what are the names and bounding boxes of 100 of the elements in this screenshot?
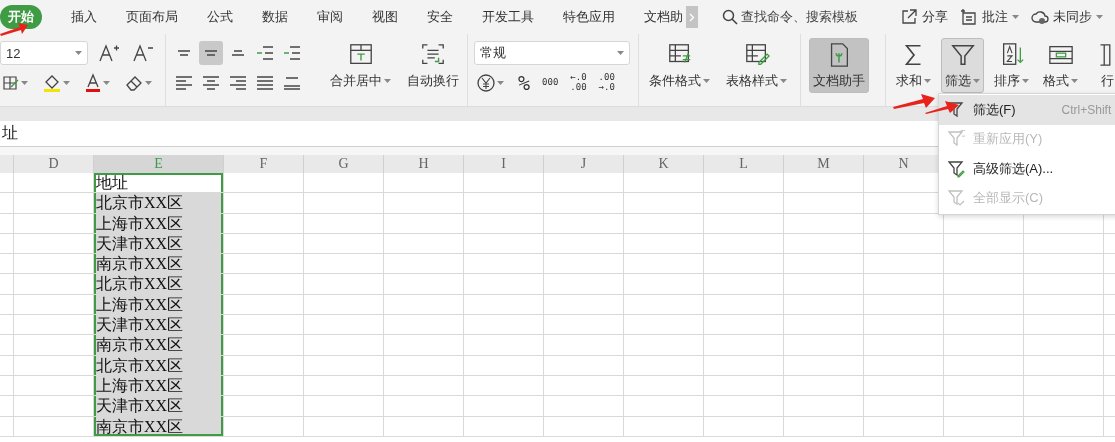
caret-icon (1022, 79, 1029, 83)
table-cell (0, 233, 14, 255)
eraser-icon (124, 74, 144, 92)
align-distribute-icon (283, 76, 301, 90)
format-button[interactable]: 格式 (1039, 38, 1082, 93)
fewer-decimals-button[interactable]: .00 →.0 (598, 73, 615, 93)
ribbon-tab[interactable]: 插入 (71, 5, 97, 29)
assistant-button[interactable]: 文档助手 (809, 38, 869, 93)
align-middle-button[interactable] (199, 41, 223, 65)
table-cell: 上海市XX区 (94, 375, 224, 397)
caret-icon (1012, 15, 1019, 19)
align-indent-icon (283, 46, 301, 60)
column-header[interactable]: D (14, 155, 94, 173)
align-middle-icon (204, 50, 218, 56)
chevron-right-icon (689, 12, 695, 22)
table-cell: 天津市XX区 (94, 396, 224, 417)
menu-item[interactable]: 筛选(F) Ctrl+Shift (939, 95, 1115, 125)
table-cell: 北京市XX区 (94, 355, 224, 376)
paint-bucket-icon (42, 73, 62, 93)
table-cell: 地址 (94, 173, 224, 194)
cloud-icon (1031, 8, 1049, 26)
table-cell (0, 254, 14, 275)
ribbon-tab[interactable]: 视图 (372, 5, 398, 29)
wrap-button[interactable]: 自动换行 (403, 38, 463, 93)
conditional-button[interactable]: 条件格式 (645, 38, 714, 93)
table-cell (0, 213, 14, 234)
sum-button[interactable]: 求和 (892, 38, 935, 93)
thousands-button[interactable]: 000 (542, 78, 559, 88)
filter-button[interactable]: 筛选 (941, 38, 984, 93)
percent-button[interactable]: % (518, 73, 531, 93)
command-search-field[interactable]: 查找命令、搜索模板 (722, 8, 858, 26)
number-format-dropdown[interactable]: 常规 (474, 41, 630, 65)
more-decimals-button[interactable]: ←.0 .00 (570, 73, 587, 93)
ribbon-tab[interactable]: 安全 (427, 5, 453, 29)
column-header[interactable]: I (464, 155, 544, 173)
sync-button[interactable]: 未同步 (1031, 8, 1103, 26)
search-icon (722, 9, 738, 25)
column-header[interactable]: H (384, 155, 464, 173)
font-size-field[interactable]: 12 (0, 41, 88, 65)
align-outdent-icon (256, 46, 274, 60)
align-justify-icon (256, 76, 274, 90)
column-header[interactable]: L (704, 155, 784, 173)
comment-icon (960, 8, 978, 26)
align-top-icon (177, 50, 191, 56)
table-cell (0, 355, 14, 376)
column-header[interactable]: F (224, 155, 304, 173)
table-cell: 上海市XX区 (94, 213, 224, 234)
ribbon-tab[interactable]: 文档助 (644, 5, 683, 29)
column-header[interactable]: G (304, 155, 384, 173)
caret-icon (1071, 79, 1078, 83)
table-cell (0, 193, 14, 214)
table-cell (0, 294, 14, 316)
yen-icon (476, 73, 496, 93)
filter-icon (947, 100, 965, 119)
ribbon-tab[interactable]: 公式 (207, 5, 233, 29)
align-left-icon (175, 76, 193, 90)
currency-button[interactable] (474, 71, 506, 95)
column-header[interactable]: M (784, 155, 864, 173)
font-shrink-icon (132, 43, 154, 63)
table-style-button[interactable]: 表格样式 (722, 38, 791, 93)
font-color-icon (84, 73, 102, 93)
caret-icon (1096, 15, 1103, 19)
table-cell (0, 315, 14, 336)
align-bottom-icon (231, 50, 245, 56)
table-cell (0, 173, 14, 194)
annotation-arrow (893, 93, 935, 109)
ribbon-tab[interactable]: 特色应用 (563, 5, 615, 29)
table-cell: 天津市XX区 (94, 315, 224, 336)
table-cell: 上海市XX区 (94, 294, 224, 316)
caret-icon (497, 81, 504, 85)
table-cell: 南京市XX区 (94, 416, 224, 437)
table-cell (0, 335, 14, 356)
caret-icon (973, 79, 980, 83)
comment-button[interactable]: 批注 (960, 8, 1019, 26)
ribbon-tab[interactable]: 审阅 (317, 5, 343, 29)
table-cell (0, 375, 14, 397)
caret-icon (21, 81, 28, 85)
ribbon-tab[interactable]: 页面布局 (126, 5, 178, 29)
table-cell (0, 396, 14, 417)
column-header[interactable]: J (544, 155, 624, 173)
formula-bar-text: 址 (2, 123, 18, 143)
merge-button[interactable]: 合并居中 (326, 38, 395, 93)
ribbon-tab[interactable]: 开发工具 (482, 5, 534, 29)
sort-button[interactable]: 排序 (990, 38, 1033, 93)
caret-icon (75, 51, 82, 55)
table-cell: 南京市XX区 (94, 254, 224, 275)
caret-icon (384, 79, 391, 83)
caret-icon (924, 79, 931, 83)
filter-pencil-icon (947, 159, 965, 178)
caret-icon (780, 79, 787, 83)
caret-icon (145, 81, 152, 85)
share-button[interactable]: 分享 (900, 8, 948, 26)
table-cell: 南京市XX区 (94, 335, 224, 356)
filter-clear-icon (947, 189, 965, 208)
font-grow-icon (98, 43, 120, 63)
align-center-icon (202, 76, 220, 90)
table-cell (0, 274, 14, 295)
column-header[interactable]: K (624, 155, 704, 173)
rows-cols-button[interactable]: 行 (1088, 38, 1115, 93)
ribbon-tab[interactable]: 数据 (262, 5, 288, 29)
